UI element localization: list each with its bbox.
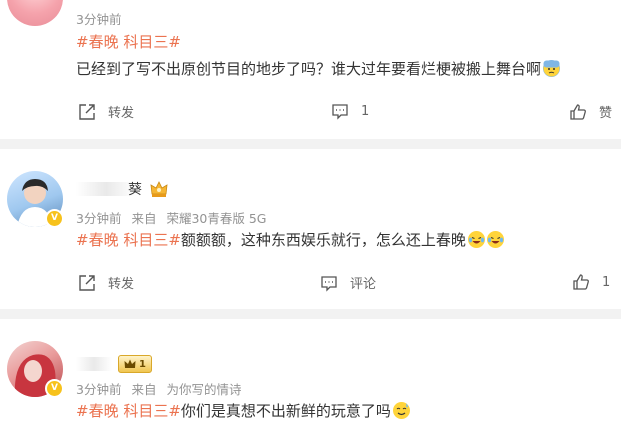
separator [0,309,621,319]
laughing-tears-emoji-icon [467,231,485,248]
repost-button[interactable]: 转发 [78,102,134,121]
post-tag-line[interactable]: #春晚 科目三# [76,31,181,53]
repost-button[interactable]: 转发 [78,273,134,292]
action-bar: 转发 1 赞 [0,102,621,126]
comment-icon [332,104,348,120]
avatar[interactable]: V [7,171,64,228]
verified-badge-icon: V [45,379,64,398]
fan-level-badge: 1 [118,355,152,373]
crown-icon [124,359,136,368]
action-bar: 转发 评论 1 [0,273,621,297]
post-source[interactable]: 荣耀30青春版 5G [166,211,266,226]
source-prefix: 来自 [131,382,157,397]
masked-username [76,357,112,371]
post-meta: 3分钟前 来自 为你写的情诗 [76,379,247,398]
post-time: 3分钟前 [76,12,122,27]
hashtag[interactable]: #春晚 科目三# [76,231,181,249]
username[interactable]: 葵 [128,179,143,199]
post-time: 3分钟前 [76,382,122,397]
comment-button[interactable]: 1 [331,102,369,120]
source-prefix: 来自 [131,211,157,226]
sweat-smile-emoji-icon [392,402,410,419]
comment-button[interactable]: 评论 [320,273,376,292]
like-button[interactable]: 1 [572,273,610,291]
comment-card-2: V 葵 3分钟前 来自 荣耀30青春版 5G #春晚 科目三#额额额，这种东西娱… [0,149,621,309]
user-name-row: 1 [76,352,152,376]
avatar[interactable] [7,0,63,26]
post-text: #春晚 科目三#额额额，这种东西娱乐就行，怎么还上春晚 [76,229,504,251]
comment-count: 1 [361,103,370,119]
avatar[interactable]: V [7,341,64,398]
post-source[interactable]: 为你写的情诗 [166,382,241,397]
repost-icon [79,103,95,120]
post-body: 你们是真想不出新鲜的玩意了吗 [180,402,391,420]
verified-badge-icon: V [45,209,64,228]
user-name-row: 葵 [76,177,169,201]
post-text: #春晚 科目三#你们是真想不出新鲜的玩意了吗 [76,400,410,422]
post-body: 已经到了写不出原创节目的地步了吗？谁大过年要看烂梗被搬上舞台啊 [76,60,542,78]
thumbs-up-icon [570,103,586,120]
repost-label: 转发 [108,277,135,292]
thumbs-up-icon [573,274,589,290]
separator [0,139,621,149]
masked-username [76,182,136,196]
laughing-tears-emoji-icon [486,231,504,248]
like-button[interactable]: 赞 [569,102,612,121]
repost-label: 转发 [108,106,135,121]
repost-icon [79,274,95,291]
like-count: 1 [602,274,611,290]
comment-card-3: V 1 3分钟前 来自 为你写的情诗 #春晚 科目三#你们是真想不出新鲜的玩意了… [0,319,621,431]
fan-level: 1 [139,358,146,370]
anxious-sweat-emoji-icon [543,60,561,77]
crown-medal-icon [150,181,167,197]
hashtag[interactable]: #春晚 科目三# [76,402,181,420]
post-meta: 3分钟前 [76,9,127,28]
comment-label: 评论 [350,277,377,292]
post-text: 已经到了写不出原创节目的地步了吗？谁大过年要看烂梗被搬上舞台啊 [76,58,561,80]
like-label: 赞 [599,106,613,121]
post-body: 额额额，这种东西娱乐就行，怎么还上春晚 [180,231,466,249]
comment-icon [321,275,337,292]
comment-card-1: 3分钟前 #春晚 科目三# 已经到了写不出原创节目的地步了吗？谁大过年要看烂梗被… [0,0,621,139]
hashtag[interactable]: #春晚 科目三# [76,33,181,51]
post-time: 3分钟前 [76,211,122,226]
post-meta: 3分钟前 来自 荣耀30青春版 5G [76,208,272,227]
